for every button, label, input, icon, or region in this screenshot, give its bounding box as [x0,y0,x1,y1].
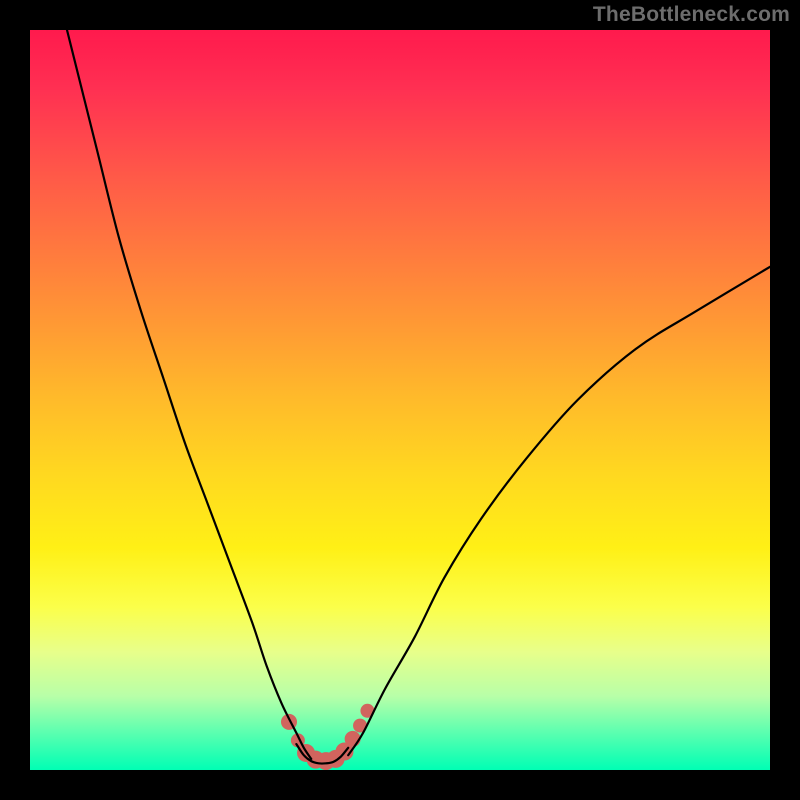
right-curve [348,267,770,755]
chart-frame: TheBottleneck.com [0,0,800,800]
watermark-text: TheBottleneck.com [593,3,790,27]
left-curve [67,30,311,759]
chart-svg [30,30,770,770]
